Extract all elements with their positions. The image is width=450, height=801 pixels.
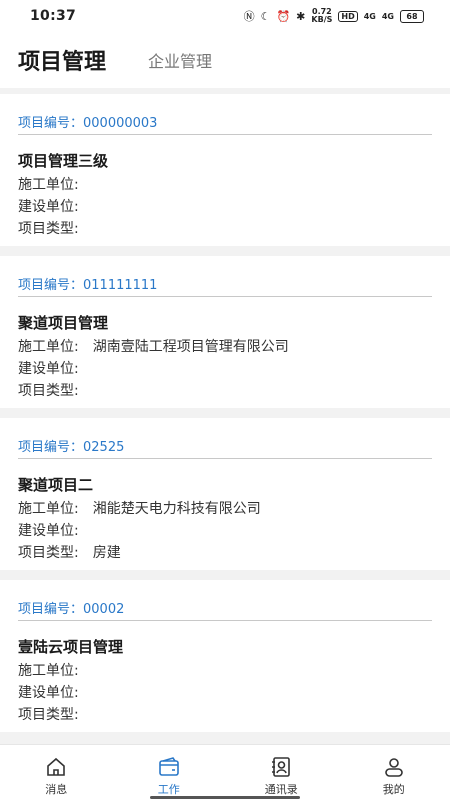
project-type-row: 项目类型: 房建: [18, 542, 121, 562]
type-label: 项目类型:: [18, 383, 79, 399]
type-label: 项目类型:: [18, 221, 79, 237]
project-id: 项目编号：000000003: [18, 112, 432, 135]
builder-unit-row: 建设单位:: [18, 358, 93, 378]
alarm-icon: ⏰: [276, 10, 290, 23]
construction-label: 施工单位:: [18, 339, 79, 355]
builder-label: 建设单位:: [18, 199, 79, 215]
battery-icon: 68: [400, 10, 424, 23]
signal-1: 4G: [364, 12, 376, 21]
builder-label: 建设单位:: [18, 361, 79, 377]
project-type-row: 项目类型:: [18, 380, 93, 400]
status-time: 10:37: [30, 8, 76, 24]
builder-label: 建设单位:: [18, 523, 79, 539]
type-value: 房建: [93, 545, 121, 561]
project-card[interactable]: 项目编号：011111111 聚道项目管理 施工单位: 湖南壹陆工程项目管理有限公…: [0, 256, 450, 408]
nav-profile[interactable]: 我的: [338, 745, 450, 801]
builder-label: 建设单位:: [18, 685, 79, 701]
bottom-nav: 消息 工作 通讯录 我的: [0, 744, 450, 801]
project-id: 项目编号：02525: [18, 436, 432, 459]
tab-project-management[interactable]: 项目管理: [18, 44, 106, 76]
builder-unit-row: 建设单位:: [18, 520, 93, 540]
builder-unit-row: 建设单位:: [18, 196, 93, 216]
project-id: 项目编号：00002: [18, 598, 432, 621]
nav-label: 通讯录: [265, 781, 298, 797]
type-label: 项目类型:: [18, 545, 79, 561]
signal-2: 4G: [382, 12, 394, 21]
status-icons: Ⓝ ☾ ⏰ ✱ 0.72 KB/S HD 4G 4G 68: [244, 8, 424, 24]
bluetooth-icon: ✱: [296, 10, 305, 23]
construction-value: 湖南壹陆工程项目管理有限公司: [93, 339, 289, 355]
project-card[interactable]: 项目编号：000000003 项目管理三级 施工单位: 建设单位: 项目类型:: [0, 94, 450, 246]
user-icon: [382, 755, 406, 779]
status-bar: 10:37 Ⓝ ☾ ⏰ ✱ 0.72 KB/S HD 4G 4G 68: [0, 0, 450, 32]
project-type-row: 项目类型:: [18, 704, 93, 724]
nav-label: 我的: [383, 781, 405, 797]
home-indicator[interactable]: [150, 796, 300, 799]
type-label: 项目类型:: [18, 707, 79, 723]
construction-value: 湘能楚天电力科技有限公司: [93, 501, 261, 517]
contacts-icon: [269, 755, 293, 779]
project-name: 项目管理三级: [18, 150, 108, 171]
nav-label: 工作: [158, 781, 180, 797]
network-speed: 0.72 KB/S: [311, 8, 332, 24]
nfc-icon: Ⓝ: [244, 8, 255, 24]
nav-contacts[interactable]: 通讯录: [225, 745, 338, 801]
builder-unit-row: 建设单位:: [18, 682, 93, 702]
project-list: 项目编号：000000003 项目管理三级 施工单位: 建设单位: 项目类型: …: [0, 94, 450, 742]
project-card[interactable]: 项目编号：02525 聚道项目二 施工单位: 湘能楚天电力科技有限公司 建设单位:…: [0, 418, 450, 570]
construction-unit-row: 施工单位: 湘能楚天电力科技有限公司: [18, 498, 261, 518]
nav-label: 消息: [45, 781, 67, 797]
construction-unit-row: 施工单位:: [18, 174, 93, 194]
moon-icon: ☾: [261, 10, 271, 23]
construction-label: 施工单位:: [18, 501, 79, 517]
construction-unit-row: 施工单位:: [18, 660, 93, 680]
home-icon: [44, 755, 68, 779]
project-id: 项目编号：011111111: [18, 274, 432, 297]
nav-messages[interactable]: 消息: [0, 745, 113, 801]
tab-enterprise-management[interactable]: 企业管理: [148, 48, 212, 72]
nav-work[interactable]: 工作: [113, 745, 226, 801]
project-name: 聚道项目二: [18, 474, 93, 495]
project-card[interactable]: 项目编号：00002 壹陆云项目管理 施工单位: 建设单位: 项目类型:: [0, 580, 450, 732]
project-name: 壹陆云项目管理: [18, 636, 123, 657]
construction-label: 施工单位:: [18, 177, 79, 193]
header: 项目管理 企业管理: [0, 32, 450, 88]
construction-unit-row: 施工单位: 湖南壹陆工程项目管理有限公司: [18, 336, 289, 356]
wallet-icon: [157, 755, 181, 779]
project-name: 聚道项目管理: [18, 312, 108, 333]
project-type-row: 项目类型:: [18, 218, 93, 238]
hd-badge: HD: [338, 11, 357, 22]
construction-label: 施工单位:: [18, 663, 79, 679]
